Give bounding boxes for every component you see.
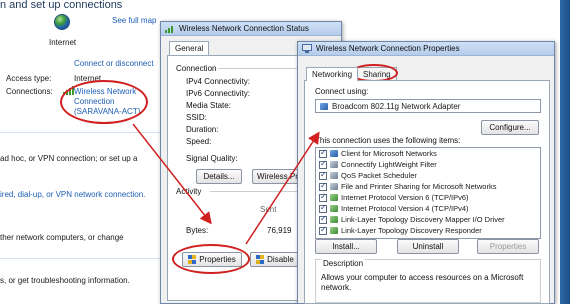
disable-button[interactable]: Disable — [250, 252, 300, 267]
access-type-label: Access type: — [6, 74, 52, 83]
task-troubleshoot-text: s, or get troubleshooting information. — [0, 276, 130, 285]
item-checkbox[interactable] — [319, 159, 327, 169]
configure-button[interactable]: Configure... — [481, 120, 539, 135]
disable-button-label: Disable — [267, 255, 294, 264]
adapter-field: Broadcom 802.11g Network Adapter — [315, 99, 541, 113]
bytes-sent-value: 76,919 — [267, 226, 292, 235]
duration-label: Duration: — [186, 125, 219, 134]
network-adapter-icon — [320, 102, 328, 110]
adapter-name: Broadcom 802.11g Network Adapter — [332, 101, 461, 111]
protocol-icon — [330, 194, 338, 201]
status-dialog-title: Wireless Network Connection Status — [179, 24, 309, 33]
activity-heading: Activity — [176, 187, 202, 196]
list-item-label: Connectify LightWeight Filter — [341, 160, 437, 169]
item-checkbox[interactable] — [319, 192, 327, 202]
list-item-label: Internet Protocol Version 6 (TCP/IPv6) — [341, 193, 469, 202]
wireless-signal-icon — [165, 24, 175, 33]
tab-general[interactable]: General — [169, 41, 210, 55]
task-setup-connection-text: ad hoc, or VPN connection; or set up a — [0, 154, 138, 163]
item-checkbox[interactable] — [319, 214, 327, 224]
properties-networking-pane: Connect using: Broadcom 802.11g Network … — [304, 80, 550, 304]
list-item-label: QoS Packet Scheduler — [341, 171, 417, 180]
list-item-label: Link-Layer Topology Discovery Mapper I/O… — [341, 215, 505, 224]
description-text-line2: network. — [321, 283, 352, 292]
task-homegroup-text: ther network computers, or change — [0, 233, 124, 242]
list-item-label: Link-Layer Topology Discovery Responder — [341, 226, 482, 235]
protocol-icon — [330, 205, 338, 212]
connections-label: Connections: — [6, 87, 53, 96]
page-title: n and set up connections — [0, 0, 123, 11]
list-item[interactable]: Link-Layer Topology Discovery Mapper I/O… — [316, 214, 540, 225]
uninstall-button[interactable]: Uninstall — [397, 239, 459, 254]
details-button[interactable]: Details... — [196, 169, 242, 184]
install-button[interactable]: Install... — [315, 239, 377, 254]
service-icon — [330, 161, 338, 168]
item-checkbox[interactable] — [319, 148, 327, 158]
protocol-icon — [330, 216, 338, 223]
list-item[interactable]: File and Printer Sharing for Microsoft N… — [316, 181, 540, 192]
connection-heading: Connection — [176, 64, 217, 73]
network-client-icon — [330, 150, 338, 157]
internet-label: Internet — [49, 38, 77, 47]
network-adapter-icon — [302, 44, 312, 53]
connect-using-label: Connect using: — [315, 87, 369, 96]
list-item-label: Internet Protocol Version 4 (TCP/IPv4) — [341, 204, 469, 213]
item-checkbox[interactable] — [319, 181, 327, 191]
list-item[interactable]: Internet Protocol Version 4 (TCP/IPv4) — [316, 203, 540, 214]
list-item[interactable]: Internet Protocol Version 6 (TCP/IPv6) — [316, 192, 540, 203]
desktop-edge — [560, 0, 570, 304]
properties-dialog-title: Wireless Network Connection Properties — [316, 44, 460, 53]
ipv6-connectivity-label: IPv6 Connectivity: — [186, 89, 251, 98]
protocol-icon — [330, 227, 338, 234]
list-item-label: Client for Microsoft Networks — [341, 149, 437, 158]
list-item[interactable]: Connectify LightWeight Filter — [316, 159, 540, 170]
description-group: Description Allows your computer to acce… — [315, 259, 541, 303]
task-connect-network-link[interactable]: ired, dial-up, or VPN network connection… — [0, 190, 145, 199]
item-checkbox[interactable] — [319, 225, 327, 235]
divider — [0, 258, 165, 259]
internet-globe-icon — [54, 14, 70, 30]
network-sharing-center-background: n and set up connections See full map In… — [0, 0, 165, 304]
connect-disconnect-link[interactable]: Connect or disconnect — [74, 59, 154, 68]
service-icon — [330, 183, 338, 190]
annotation-oval-properties — [172, 244, 250, 274]
tab-networking[interactable]: Networking — [306, 67, 359, 81]
item-checkbox[interactable] — [319, 203, 327, 213]
ipv4-connectivity-label: IPv4 Connectivity: — [186, 77, 251, 86]
ssid-label: SSID: — [186, 113, 207, 122]
status-tabs: General — [169, 41, 210, 55]
media-state-label: Media State: — [186, 101, 231, 110]
connection-items-list: Client for Microsoft Networks Connectify … — [315, 147, 541, 239]
item-properties-button[interactable]: Properties — [477, 239, 539, 254]
properties-dialog: Wireless Network Connection Properties N… — [297, 41, 555, 304]
description-text: Allows your computer to access resources… — [321, 273, 524, 282]
items-heading: This connection uses the following items… — [315, 136, 461, 145]
sent-label: Sent — [260, 205, 277, 214]
see-full-map-link[interactable]: See full map — [112, 16, 156, 25]
divider — [0, 132, 165, 133]
list-item-label: File and Printer Sharing for Microsoft N… — [341, 182, 497, 191]
list-item[interactable]: QoS Packet Scheduler — [316, 170, 540, 181]
admin-shield-icon — [256, 255, 265, 264]
service-icon — [330, 172, 338, 179]
properties-dialog-titlebar[interactable]: Wireless Network Connection Properties — [298, 42, 554, 56]
status-dialog-titlebar[interactable]: Wireless Network Connection Status — [161, 22, 341, 36]
list-item[interactable]: Client for Microsoft Networks — [316, 148, 540, 159]
speed-label: Speed: — [186, 137, 212, 146]
item-checkbox[interactable] — [319, 170, 327, 180]
bytes-label: Bytes: — [186, 226, 209, 235]
signal-quality-label: Signal Quality: — [186, 154, 238, 163]
list-item[interactable]: Link-Layer Topology Discovery Responder — [316, 225, 540, 236]
description-heading: Description — [321, 259, 366, 268]
annotation-oval-connection — [60, 80, 148, 124]
